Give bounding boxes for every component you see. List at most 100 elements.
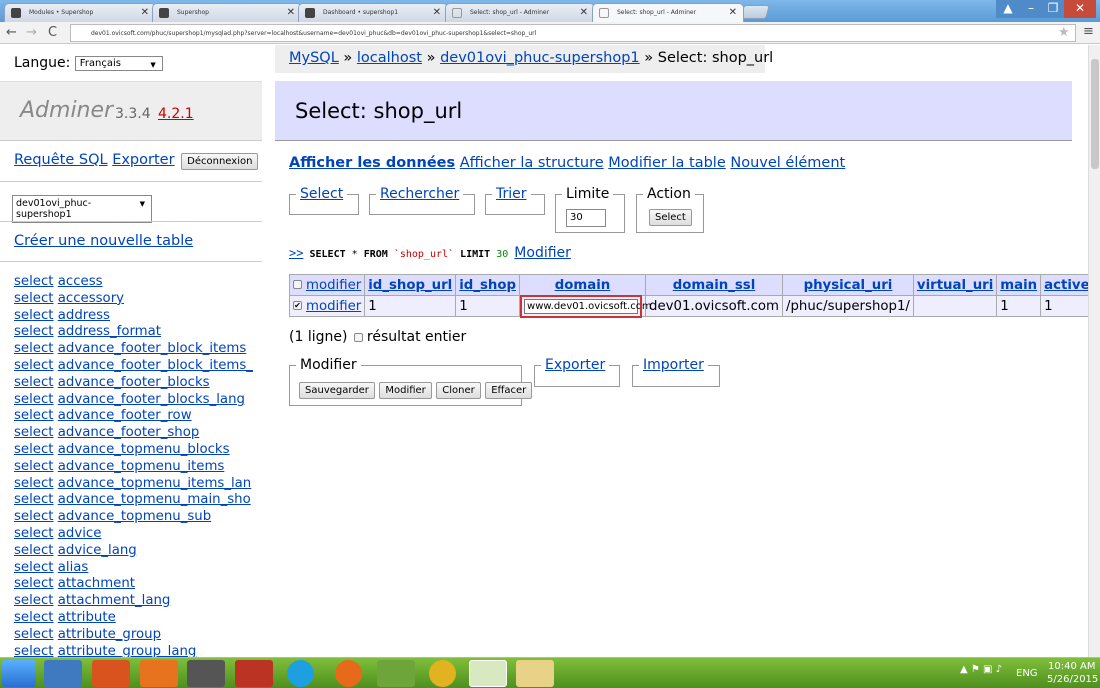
import-data-link[interactable]: Importer bbox=[643, 357, 704, 373]
select-table-link[interactable]: select bbox=[14, 476, 54, 491]
table-name-link[interactable]: attribute_group bbox=[58, 627, 161, 642]
table-name-link[interactable]: advance_topmenu_items bbox=[58, 459, 225, 474]
select-table-link[interactable]: select bbox=[14, 627, 54, 642]
cell-virtual_uri[interactable] bbox=[912, 295, 998, 317]
select-table-link[interactable]: select bbox=[14, 375, 54, 390]
table-name-link[interactable]: advance_topmenu_blocks bbox=[58, 442, 230, 457]
file-explorer-app-icon[interactable] bbox=[516, 660, 554, 687]
clock-time[interactable]: 10:40 AM bbox=[1048, 661, 1095, 672]
browser-tab[interactable]: Dashboard • supershop1 ✕ bbox=[298, 3, 448, 22]
table-name-link[interactable]: advance_topmenu_items_lan bbox=[58, 476, 252, 491]
cell-id_shop_url[interactable]: 1 bbox=[364, 295, 457, 317]
export-data-link[interactable]: Exporter bbox=[545, 357, 605, 373]
page-scrollbar[interactable] bbox=[1088, 45, 1100, 657]
column-header-id_shop_url[interactable]: id_shop_url bbox=[368, 278, 452, 293]
table-name-link[interactable]: advance_footer_block_items bbox=[58, 341, 247, 356]
limit-input[interactable]: 30 bbox=[566, 209, 606, 227]
select-table-link[interactable]: select bbox=[14, 442, 54, 457]
select-table-link[interactable]: select bbox=[14, 408, 54, 423]
close-icon[interactable]: ✕ bbox=[580, 7, 588, 18]
breadcrumb-mysql-link[interactable]: MySQL bbox=[289, 50, 339, 66]
menu-icon[interactable]: ≡ bbox=[1083, 24, 1094, 39]
select-table-link[interactable]: select bbox=[14, 593, 54, 608]
reload-icon[interactable]: C bbox=[48, 25, 57, 40]
save-button[interactable]: Sauvegarder bbox=[299, 382, 375, 399]
cell-domain_ssl[interactable]: dev01.ovicsoft.com bbox=[645, 295, 784, 317]
edit-row-link[interactable]: modifier bbox=[306, 299, 361, 314]
table-name-link[interactable]: accessory bbox=[58, 291, 124, 306]
new-version-link[interactable]: 4.2.1 bbox=[158, 106, 194, 122]
scrollbar-thumb[interactable] bbox=[1091, 59, 1099, 169]
select-table-link[interactable]: select bbox=[14, 560, 54, 575]
modify-button[interactable]: Modifier bbox=[379, 382, 432, 399]
breadcrumb-server-link[interactable]: localhost bbox=[357, 50, 422, 66]
close-icon[interactable]: ✕ bbox=[287, 7, 295, 18]
table-name-link[interactable]: address bbox=[58, 308, 110, 323]
export-link[interactable]: Exporter bbox=[112, 152, 174, 168]
cell-main[interactable]: 1 bbox=[996, 295, 1042, 317]
select-table-link[interactable]: select bbox=[14, 610, 54, 625]
forward-icon[interactable]: → bbox=[26, 25, 37, 40]
skype-app-icon[interactable] bbox=[287, 660, 314, 687]
cell-physical_uri[interactable]: /phuc/supershop1/ bbox=[782, 295, 914, 317]
flash-app-icon[interactable] bbox=[92, 660, 130, 687]
create-table-link[interactable]: Créer une nouvelle table bbox=[14, 233, 193, 249]
column-header-id_shop[interactable]: id_shop bbox=[459, 278, 516, 293]
column-header-virtual_uri[interactable]: virtual_uri bbox=[917, 278, 993, 293]
start-icon[interactable] bbox=[2, 660, 36, 687]
table-name-link[interactable]: advance_topmenu_main_sho bbox=[58, 492, 251, 507]
browser-tab[interactable]: Select: shop_url - Adminer ✕ bbox=[445, 3, 595, 22]
explorer-app-icon[interactable] bbox=[44, 660, 82, 687]
browser-tab-active[interactable]: Select: shop_url - Adminer ✕ bbox=[592, 3, 744, 22]
select-table-link[interactable]: select bbox=[14, 274, 54, 289]
select-table-link[interactable]: select bbox=[14, 526, 54, 541]
maximize-button[interactable]: ❐ bbox=[1042, 0, 1064, 18]
close-icon[interactable]: ✕ bbox=[141, 7, 149, 18]
select-table-link[interactable]: select bbox=[14, 308, 54, 323]
minimize-button[interactable]: – bbox=[1020, 0, 1042, 18]
firefox-app-icon[interactable] bbox=[335, 660, 362, 687]
column-header-active[interactable]: active bbox=[1044, 278, 1089, 293]
full-result-checkbox[interactable] bbox=[353, 332, 363, 342]
sublime-app-icon[interactable] bbox=[187, 660, 225, 687]
table-name-link[interactable]: advance_footer_blocks bbox=[58, 375, 210, 390]
select-table-link[interactable]: select bbox=[14, 576, 54, 591]
close-icon[interactable]: ✕ bbox=[433, 7, 441, 18]
select-table-link[interactable]: select bbox=[14, 358, 54, 373]
full-result-label[interactable]: résultat entier bbox=[367, 329, 466, 345]
table-name-link[interactable]: advance_topmenu_sub bbox=[58, 509, 211, 524]
new-item-link[interactable]: Nouvel élément bbox=[730, 155, 845, 171]
select-table-link[interactable]: select bbox=[14, 459, 54, 474]
show-data-link[interactable]: Afficher les données bbox=[289, 155, 455, 171]
table-name-link[interactable]: advance_footer_shop bbox=[58, 425, 200, 440]
cell-id_shop[interactable]: 1 bbox=[455, 295, 521, 317]
search-link[interactable]: Rechercher bbox=[380, 186, 459, 202]
column-header-domain_ssl[interactable]: domain_ssl bbox=[673, 278, 756, 293]
table-name-link[interactable]: advance_footer_blocks_lang bbox=[58, 392, 245, 407]
close-icon[interactable]: ✕ bbox=[729, 7, 737, 18]
select-submit-button[interactable]: Select bbox=[649, 209, 692, 226]
clock-date[interactable]: 5/26/2015 bbox=[1047, 674, 1098, 685]
table-name-link[interactable]: attribute_group_lang bbox=[58, 644, 197, 657]
table-name-link[interactable]: advance_footer_row bbox=[58, 408, 192, 423]
select-columns-link[interactable]: Select bbox=[300, 186, 343, 202]
select-all-checkbox[interactable] bbox=[293, 280, 302, 289]
language-select[interactable]: Français bbox=[74, 55, 163, 71]
app-icon[interactable] bbox=[377, 660, 415, 687]
xampp-app-icon[interactable] bbox=[140, 660, 178, 687]
star-icon[interactable]: ★ bbox=[1058, 25, 1070, 40]
sql-command-link[interactable]: Requête SQL bbox=[14, 152, 108, 168]
edit-sql-link[interactable]: Modifier bbox=[514, 245, 571, 261]
cell-active[interactable]: 1 bbox=[1040, 295, 1094, 317]
breadcrumb-db-link[interactable]: dev01ovi_phuc-supershop1 bbox=[440, 50, 640, 66]
column-header-domain[interactable]: domain bbox=[555, 278, 611, 293]
show-structure-link[interactable]: Afficher la structure bbox=[460, 155, 604, 171]
new-tab-button[interactable] bbox=[740, 5, 770, 19]
browser-tab[interactable]: Modules • Supershop ✕ bbox=[4, 3, 156, 22]
table-name-link[interactable]: alias bbox=[58, 560, 89, 575]
table-name-link[interactable]: attachment bbox=[58, 576, 135, 591]
table-name-link[interactable]: access bbox=[58, 274, 103, 289]
tray-icons[interactable]: ▲ ⚑ ▣ ♪ bbox=[960, 664, 1002, 675]
table-name-link[interactable]: attribute bbox=[58, 610, 116, 625]
database-select[interactable]: dev01ovi_phuc-supershop1 bbox=[12, 195, 152, 223]
